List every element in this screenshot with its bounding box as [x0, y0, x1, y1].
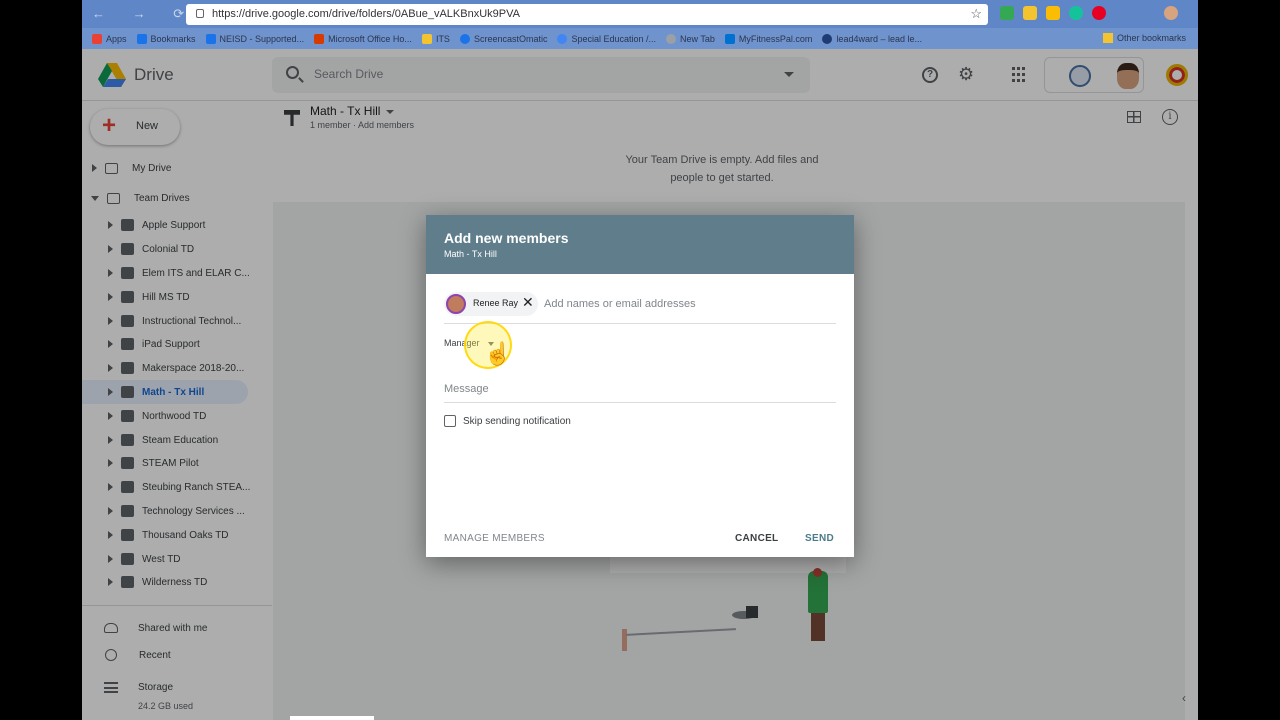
cancel-button[interactable]: CANCEL [735, 533, 778, 544]
other-bookmarks[interactable]: Other bookmarks [1102, 33, 1186, 43]
hand-cursor-icon: ☝ [484, 341, 512, 366]
dialog-subtitle: Math - Tx Hill [444, 249, 497, 259]
bookmark-icon [205, 33, 216, 44]
bookmark-icon [557, 33, 568, 44]
input-underline [444, 402, 836, 403]
bookmark-icon [666, 33, 677, 44]
grammarly-icon[interactable] [1069, 6, 1083, 20]
extension-icons [1000, 6, 1178, 20]
bookmarks-bar: Apps Bookmarks NEISD - Supported... Micr… [82, 28, 1198, 49]
bookmark-item[interactable]: NEISD - Supported... [205, 33, 305, 44]
browser-toolbar: ← → ⟳ https://drive.google.com/drive/fol… [82, 0, 1198, 28]
lock-icon [196, 9, 204, 18]
bookmark-icon [459, 33, 470, 44]
manage-members-button[interactable]: MANAGE MEMBERS [444, 533, 545, 544]
add-members-dialog: Add new members Math - Tx Hill Renee Ray… [426, 215, 854, 557]
bookmark-label: NEISD - Supported... [219, 33, 305, 44]
add-members-input[interactable] [544, 298, 834, 310]
dialog-title: Add new members [444, 230, 569, 246]
bookmark-item[interactable]: MyFitnessPal.com [724, 33, 813, 44]
bookmark-item[interactable]: Apps [92, 33, 127, 44]
close-icon[interactable]: ✕ [522, 294, 534, 311]
bookmark-label: ScreencastOmatic [473, 33, 548, 44]
bookmark-icon [822, 33, 833, 44]
bookmark-label: MyFitnessPal.com [738, 33, 813, 44]
bookmark-item[interactable]: Bookmarks [136, 33, 196, 44]
bookmark-label: New Tab [680, 33, 715, 44]
bookmark-label: Bookmarks [150, 33, 196, 44]
profile-avatar[interactable] [1164, 6, 1178, 20]
input-underline [444, 323, 836, 324]
bookmark-label: lead4ward – lead le... [836, 33, 922, 44]
bookmark-item[interactable]: Special Education /... [557, 33, 657, 44]
toolbar-spacer [1115, 6, 1155, 20]
taskbar-hint [290, 716, 374, 720]
bookmark-item[interactable]: ScreencastOmatic [459, 33, 548, 44]
bookmark-label: ITS [435, 33, 450, 44]
folder-icon [421, 33, 432, 44]
browser-window: ← → ⟳ https://drive.google.com/drive/fol… [82, 0, 1198, 720]
message-field[interactable] [444, 383, 836, 395]
member-chip[interactable]: Renee Ray ✕ [444, 292, 538, 316]
other-bookmarks-label: Other bookmarks [1116, 33, 1186, 43]
bookmark-icon [314, 33, 325, 44]
skip-notification-label[interactable]: Skip sending notification [463, 416, 571, 427]
bookmark-item[interactable]: New Tab [666, 33, 715, 44]
nav-buttons-icon[interactable]: ← → ⟳ [92, 6, 196, 22]
url-text: https://drive.google.com/drive/folders/0… [212, 8, 520, 20]
pencil-extension-icon[interactable] [1046, 6, 1060, 20]
bookmark-icon [92, 33, 102, 44]
address-bar[interactable]: https://drive.google.com/drive/folders/0… [186, 4, 988, 25]
bookmark-star-icon[interactable]: ☆ [970, 6, 982, 22]
bookmark-item[interactable]: lead4ward – lead le... [822, 33, 922, 44]
send-button[interactable]: SEND [805, 533, 834, 544]
bookmark-icon [724, 33, 735, 44]
bookmark-item[interactable]: Microsoft Office Ho... [314, 33, 412, 44]
bookmark-label: Microsoft Office Ho... [328, 33, 412, 44]
skip-notification-checkbox[interactable] [444, 415, 456, 427]
folder-icon [1102, 33, 1113, 43]
bookmark-label: Special Education /... [571, 33, 657, 44]
bookmark-item[interactable]: ITS [421, 33, 450, 44]
dialog-header: Add new members Math - Tx Hill [426, 215, 854, 274]
member-chip-name: Renee Ray [473, 298, 519, 308]
bookmark-label: Apps [106, 33, 127, 44]
bookmark-icon [136, 33, 147, 44]
clipper-extension-icon[interactable] [1023, 6, 1037, 20]
pinterest-icon[interactable] [1092, 6, 1106, 20]
avatar [446, 294, 466, 314]
drive-extension-icon[interactable] [1000, 6, 1014, 20]
